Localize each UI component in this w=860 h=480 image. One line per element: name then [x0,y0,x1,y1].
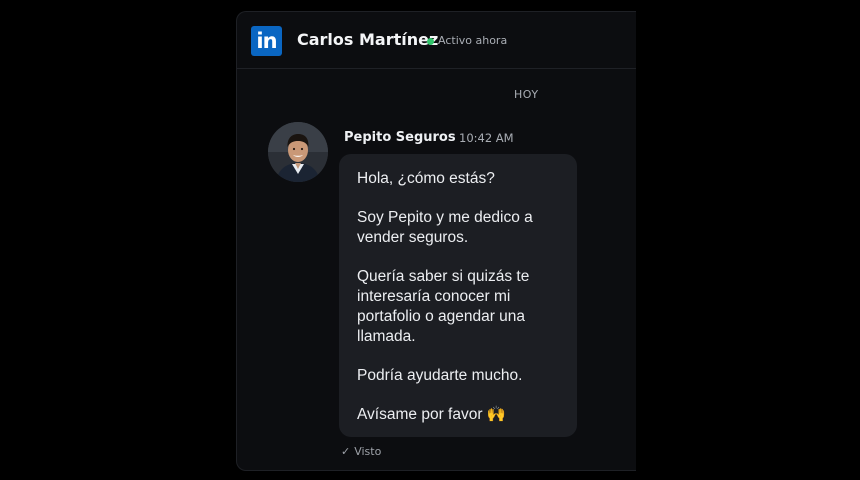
date-separator: HOY [514,88,539,101]
check-icon: ✓ [341,445,351,458]
person-avatar-icon [268,122,328,182]
contact-status: Activo ahora [438,34,508,47]
message-bubble: Hola, ¿cómo estás? Soy Pepito y me dedic… [339,154,577,437]
message-timestamp: 10:42 AM [459,131,514,145]
message-paragraph: Avísame por favor 🙌 [357,406,507,423]
chat-window: in Carlos Martínez Activo ahora HOY Pepi… [236,11,636,471]
message-paragraph: Soy Pepito y me dedico a vender seguros. [357,209,533,246]
read-receipt-label: Visto [354,445,382,458]
online-status-dot-icon [427,38,434,45]
sender-name[interactable]: Pepito Seguros [344,130,456,145]
message-paragraph: Podría ayudarte mucho. [357,367,523,384]
contact-name[interactable]: Carlos Martínez [297,30,438,49]
chat-header: in Carlos Martínez Activo ahora [237,12,636,69]
message-paragraph: Hola, ¿cómo estás? [357,170,495,187]
sender-avatar[interactable] [268,122,328,182]
linkedin-logo-icon[interactable]: in [251,26,282,56]
read-receipt: ✓ Visto [341,445,381,458]
message-paragraph: Quería saber si quizás te interesaría co… [357,268,530,345]
